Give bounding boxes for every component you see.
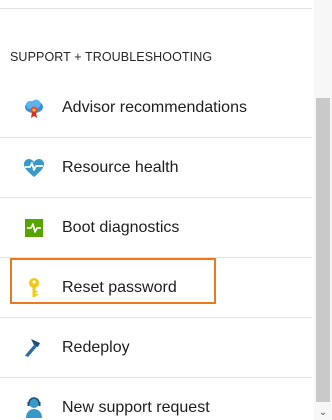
- heart-icon: [22, 156, 46, 180]
- menu-item-boot-diagnostics[interactable]: Boot diagnostics: [0, 198, 312, 258]
- menu-item-label: New support request: [62, 399, 210, 416]
- diagnostics-icon: [22, 216, 46, 240]
- advisor-icon: [22, 96, 46, 120]
- menu-item-new-support-request[interactable]: New support request: [0, 378, 312, 420]
- scroll-down-icon[interactable]: ⌄: [316, 405, 330, 419]
- key-icon: [22, 276, 46, 300]
- menu-item-label: Boot diagnostics: [62, 218, 180, 236]
- support-troubleshooting-panel: SUPPORT + TROUBLESHOOTING Advisor recomm…: [0, 0, 332, 420]
- section-header: SUPPORT + TROUBLESHOOTING: [10, 50, 213, 64]
- menu-item-label: Advisor recommendations: [62, 98, 247, 116]
- support-person-icon: [22, 396, 46, 420]
- menu-item-label: Redeploy: [62, 338, 130, 356]
- menu-item-advisor-recommendations[interactable]: Advisor recommendations: [0, 78, 312, 138]
- menu-item-label: Reset password: [62, 279, 177, 296]
- scrollbar-thumb[interactable]: [316, 98, 330, 402]
- menu-item-redeploy[interactable]: Redeploy: [0, 318, 312, 378]
- hammer-icon: [22, 336, 46, 360]
- menu-item-label: Resource health: [62, 158, 179, 176]
- menu-item-reset-password[interactable]: Reset password: [0, 258, 312, 318]
- menu-item-resource-health[interactable]: Resource health: [0, 138, 312, 198]
- top-divider: [0, 0, 312, 9]
